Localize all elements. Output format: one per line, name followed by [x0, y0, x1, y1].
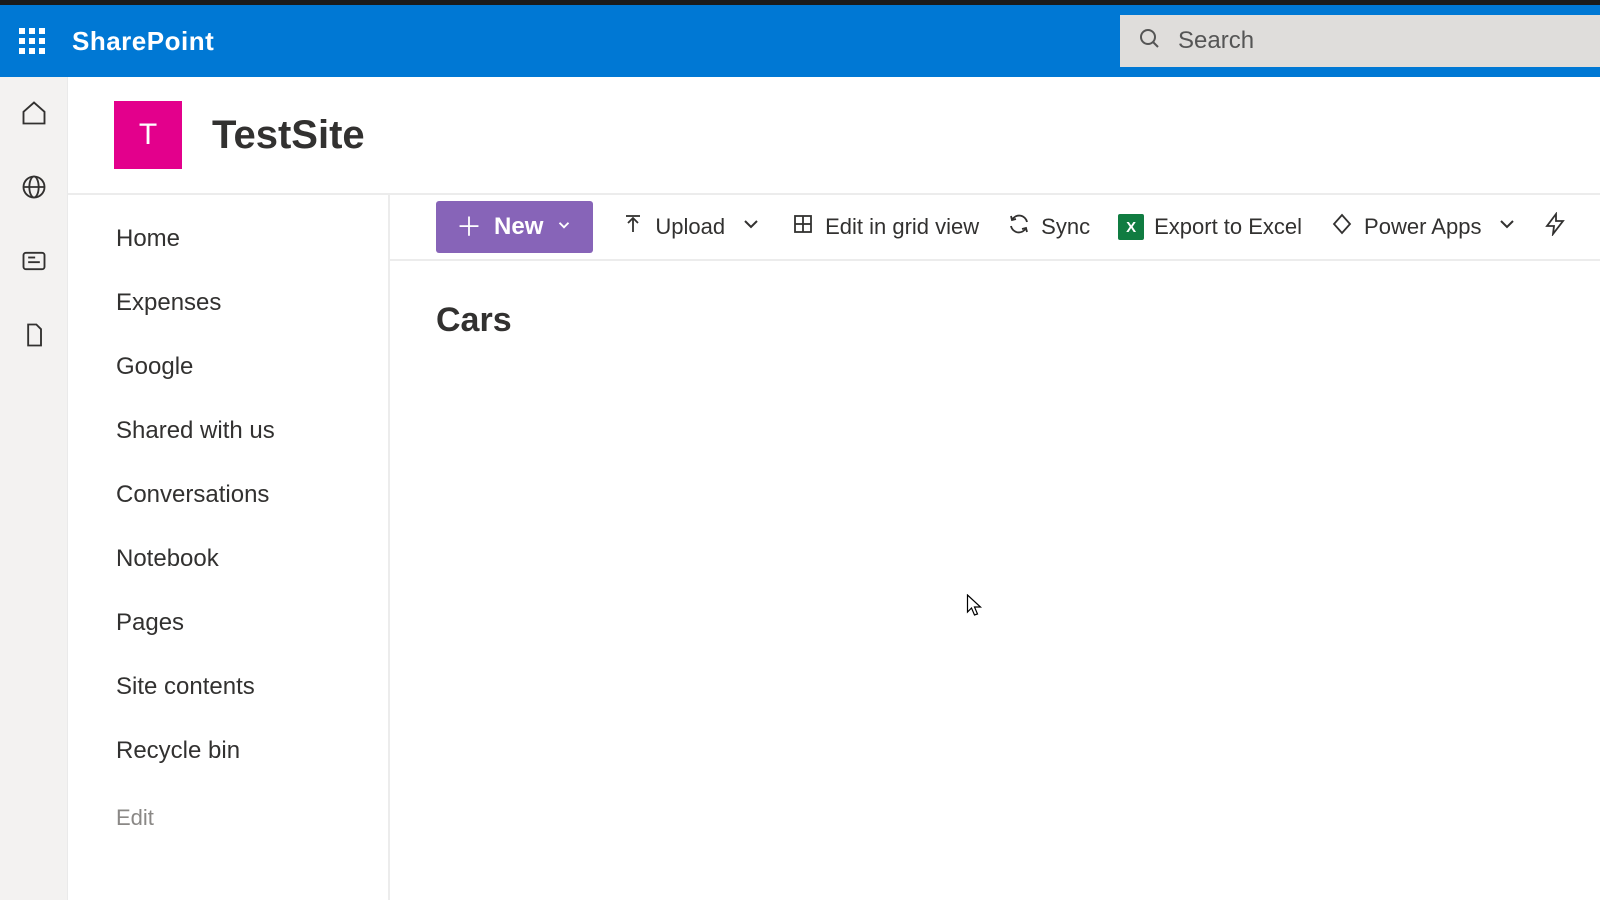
sync-button[interactable]: Sync — [1007, 212, 1090, 242]
command-bar: ＋ New — [390, 195, 1600, 261]
list-content-area: Cars — [390, 261, 1600, 900]
nav-edit-link[interactable]: Edit — [116, 783, 388, 831]
site-logo[interactable]: T — [114, 101, 182, 169]
export-label: Export to Excel — [1154, 214, 1302, 240]
rail-globe-icon[interactable] — [16, 169, 52, 205]
suite-header: SharePoint — [0, 5, 1600, 77]
nav-item-shared[interactable]: Shared with us — [116, 399, 388, 463]
upload-icon — [621, 212, 645, 242]
rail-news-icon[interactable] — [16, 243, 52, 279]
app-rail — [0, 77, 68, 900]
powerapps-icon — [1330, 212, 1354, 242]
site-title[interactable]: TestSite — [212, 113, 365, 158]
search-input[interactable] — [1162, 26, 1582, 56]
nav-item-site-contents[interactable]: Site contents — [116, 655, 388, 719]
grid-icon — [791, 212, 815, 242]
list-title: Cars — [390, 261, 1600, 340]
left-nav: Home Expenses Google Shared with us Conv… — [68, 195, 390, 900]
new-button-label: New — [494, 213, 543, 241]
site-header: T TestSite — [68, 77, 1600, 195]
excel-icon: X — [1118, 214, 1144, 240]
chevron-down-icon — [739, 212, 763, 242]
mouse-cursor-icon — [966, 594, 983, 618]
search-box[interactable] — [1120, 15, 1600, 67]
nav-item-conversations[interactable]: Conversations — [116, 463, 388, 527]
sync-icon — [1007, 212, 1031, 242]
powerapps-label: Power Apps — [1364, 214, 1481, 240]
new-button[interactable]: ＋ New — [436, 201, 593, 253]
plus-icon: ＋ — [456, 214, 482, 240]
nav-item-notebook[interactable]: Notebook — [116, 527, 388, 591]
brand-label[interactable]: SharePoint — [72, 26, 214, 57]
app-launcher-icon[interactable] — [12, 21, 52, 61]
upload-button[interactable]: Upload — [621, 212, 763, 242]
rail-file-icon[interactable] — [16, 317, 52, 353]
nav-item-pages[interactable]: Pages — [116, 591, 388, 655]
power-apps-button[interactable]: Power Apps — [1330, 212, 1519, 242]
chevron-down-icon — [1495, 212, 1519, 242]
upload-label: Upload — [655, 214, 725, 240]
edit-grid-label: Edit in grid view — [825, 214, 979, 240]
sync-label: Sync — [1041, 214, 1090, 240]
nav-item-home[interactable]: Home — [116, 207, 388, 271]
chevron-down-icon — [555, 213, 573, 241]
nav-item-recycle-bin[interactable]: Recycle bin — [116, 719, 388, 783]
edit-grid-button[interactable]: Edit in grid view — [791, 212, 979, 242]
export-excel-button[interactable]: X Export to Excel — [1118, 214, 1302, 240]
nav-item-expenses[interactable]: Expenses — [116, 271, 388, 335]
automate-button[interactable] — [1543, 212, 1567, 242]
nav-item-google[interactable]: Google — [116, 335, 388, 399]
bolt-icon — [1543, 212, 1567, 242]
search-icon — [1138, 27, 1162, 56]
rail-home-icon[interactable] — [16, 95, 52, 131]
